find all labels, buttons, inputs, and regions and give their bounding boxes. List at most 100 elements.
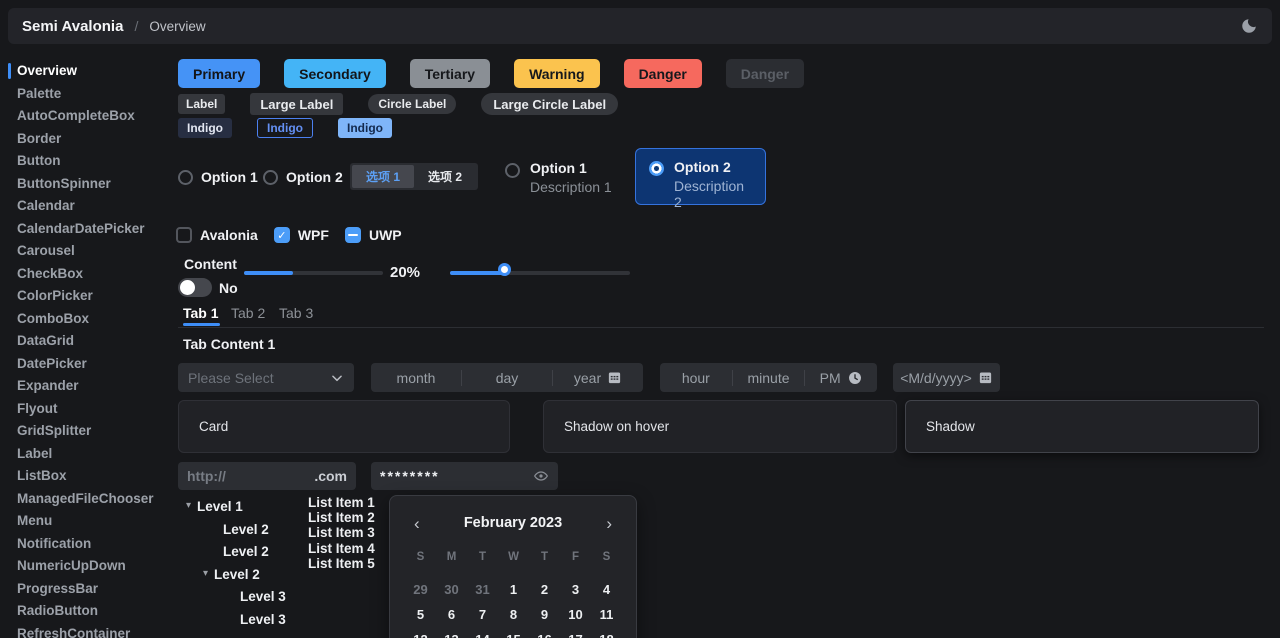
calendar-date[interactable]: 6	[436, 602, 467, 627]
tree-node-level-1[interactable]: ▾ Level 1	[186, 497, 243, 515]
checkbox-avalonia[interactable]: Avalonia	[176, 227, 258, 243]
primary-button[interactable]: Primary	[178, 59, 260, 88]
calendar-date[interactable]: 1	[498, 577, 529, 602]
caret-down-icon[interactable]: ▾	[186, 501, 191, 511]
calendar-date[interactable]: 9	[529, 602, 560, 627]
segment-option-2[interactable]: 选项 2	[414, 165, 476, 188]
sidebar-item-managedfilechooser[interactable]: ManagedFileChooser	[0, 488, 176, 511]
time-picker[interactable]: hour minute PM	[660, 363, 877, 392]
calendar-date[interactable]: 10	[560, 602, 591, 627]
sidebar-item-datagrid[interactable]: DataGrid	[0, 330, 176, 353]
sidebar-item-combobox[interactable]: ComboBox	[0, 308, 176, 331]
sidebar-item-expander[interactable]: Expander	[0, 375, 176, 398]
date-picker[interactable]: month day year	[371, 363, 643, 392]
sidebar-item-calendar[interactable]: Calendar	[0, 195, 176, 218]
calendar-date[interactable]: 4	[591, 577, 622, 602]
time-minute-part[interactable]: minute	[733, 370, 805, 386]
calendar-date[interactable]: 12	[405, 627, 436, 638]
sidebar-item-label[interactable]: Label	[0, 443, 176, 466]
sidebar-item-border[interactable]: Border	[0, 128, 176, 151]
sidebar-item-gridsplitter[interactable]: GridSplitter	[0, 420, 176, 443]
slider-1[interactable]	[244, 271, 383, 275]
password-input[interactable]: ********	[371, 462, 558, 490]
list-item[interactable]: List Item 3	[308, 525, 375, 540]
sidebar-item-progressbar[interactable]: ProgressBar	[0, 578, 176, 601]
card-title: Card	[199, 419, 228, 434]
calendar-date[interactable]: 3	[560, 577, 591, 602]
warning-button[interactable]: Warning	[514, 59, 599, 88]
tree-node-level-3a[interactable]: Level 3	[240, 587, 286, 605]
checkbox-uwp[interactable]: UWP	[345, 227, 402, 243]
slider-thumb[interactable]	[498, 263, 511, 276]
sidebar-item-colorpicker[interactable]: ColorPicker	[0, 285, 176, 308]
tree-node-level-2b[interactable]: Level 2	[223, 542, 269, 560]
calendar-date[interactable]: 15	[498, 627, 529, 638]
sidebar-item-autocompletebox[interactable]: AutoCompleteBox	[0, 105, 176, 128]
combobox-select[interactable]: Please Select	[178, 363, 354, 392]
calendar-prev-button[interactable]: ‹	[414, 515, 420, 532]
date-month-part[interactable]: month	[371, 370, 461, 386]
tab-3[interactable]: Tab 3	[279, 305, 313, 321]
calendar-date[interactable]: 31	[467, 577, 498, 602]
toggle-switch-off[interactable]	[178, 278, 212, 297]
danger-button[interactable]: Danger	[624, 59, 702, 88]
sidebar-item-refreshcontainer[interactable]: RefreshContainer	[0, 623, 176, 638]
calendar-date[interactable]: 30	[436, 577, 467, 602]
calendar-date[interactable]: 7	[467, 602, 498, 627]
calendar-date[interactable]: 8	[498, 602, 529, 627]
date-day-part[interactable]: day	[462, 370, 552, 386]
sidebar-item-notification[interactable]: Notification	[0, 533, 176, 556]
calendar-date[interactable]: 18	[591, 627, 622, 638]
caret-down-icon[interactable]: ▾	[203, 569, 208, 579]
calendar-date[interactable]: 11	[591, 602, 622, 627]
sidebar-item-datepicker[interactable]: DatePicker	[0, 353, 176, 376]
tab-2[interactable]: Tab 2	[231, 305, 265, 321]
radio-card-option-2-selected[interactable]: Option 2 Description 2	[635, 148, 766, 205]
radio-option-1[interactable]: Option 1	[178, 169, 258, 185]
segment-option-1[interactable]: 选项 1	[352, 165, 414, 188]
tree-node-level-2a[interactable]: Level 2	[223, 520, 269, 538]
time-hour-part[interactable]: hour	[660, 370, 732, 386]
calendar-date[interactable]: 13	[436, 627, 467, 638]
masked-date-picker[interactable]: <M/d/yyyy>	[893, 363, 1000, 392]
password-reveal-button[interactable]	[533, 468, 549, 484]
sidebar-item-buttonspinner[interactable]: ButtonSpinner	[0, 173, 176, 196]
calendar-date[interactable]: 17	[560, 627, 591, 638]
secondary-button[interactable]: Secondary	[284, 59, 386, 88]
time-meridiem-part[interactable]: PM	[805, 370, 877, 386]
sidebar-item-numericupdown[interactable]: NumericUpDown	[0, 555, 176, 578]
tertiary-button[interactable]: Tertiary	[410, 59, 490, 88]
radio-option-2[interactable]: Option 2	[263, 169, 343, 185]
list-item[interactable]: List Item 2	[308, 510, 375, 525]
tab-1[interactable]: Tab 1	[183, 305, 219, 321]
sidebar-item-radiobutton[interactable]: RadioButton	[0, 600, 176, 623]
slider-2[interactable]	[450, 271, 630, 275]
app-brand[interactable]: Semi Avalonia	[22, 18, 123, 35]
list-item[interactable]: List Item 4	[308, 541, 375, 556]
list-item[interactable]: List Item 5	[308, 556, 375, 571]
sidebar-item-calendardatepicker[interactable]: CalendarDatePicker	[0, 218, 176, 241]
calendar-date[interactable]: 29	[405, 577, 436, 602]
sidebar-item-menu[interactable]: Menu	[0, 510, 176, 533]
sidebar-item-overview[interactable]: Overview	[0, 60, 176, 83]
theme-toggle-button[interactable]	[1240, 17, 1258, 35]
checkbox-wpf[interactable]: ✓ WPF	[274, 227, 329, 243]
sidebar-item-carousel[interactable]: Carousel	[0, 240, 176, 263]
calendar-next-button[interactable]: ›	[606, 515, 612, 532]
tree-node-level-3b[interactable]: Level 3	[240, 610, 286, 628]
sidebar-item-listbox[interactable]: ListBox	[0, 465, 176, 488]
sidebar-item-button[interactable]: Button	[0, 150, 176, 173]
url-input[interactable]: http:// .com	[178, 462, 356, 490]
calendar-date[interactable]: 14	[467, 627, 498, 638]
date-year-part[interactable]: year	[553, 370, 643, 386]
list-item[interactable]: List Item 1	[308, 495, 375, 510]
calendar-date[interactable]: 5	[405, 602, 436, 627]
sidebar-item-flyout[interactable]: Flyout	[0, 398, 176, 421]
radio-card-option-1[interactable]: Option 1 Description 1	[505, 160, 612, 195]
tree-node-level-2c[interactable]: ▾ Level 2	[203, 565, 260, 583]
sidebar-item-palette[interactable]: Palette	[0, 83, 176, 106]
sidebar-item-checkbox[interactable]: CheckBox	[0, 263, 176, 286]
calendar-date[interactable]: 2	[529, 577, 560, 602]
masked-date-section[interactable]: <M/d/yyyy>	[893, 370, 1000, 386]
calendar-date[interactable]: 16	[529, 627, 560, 638]
